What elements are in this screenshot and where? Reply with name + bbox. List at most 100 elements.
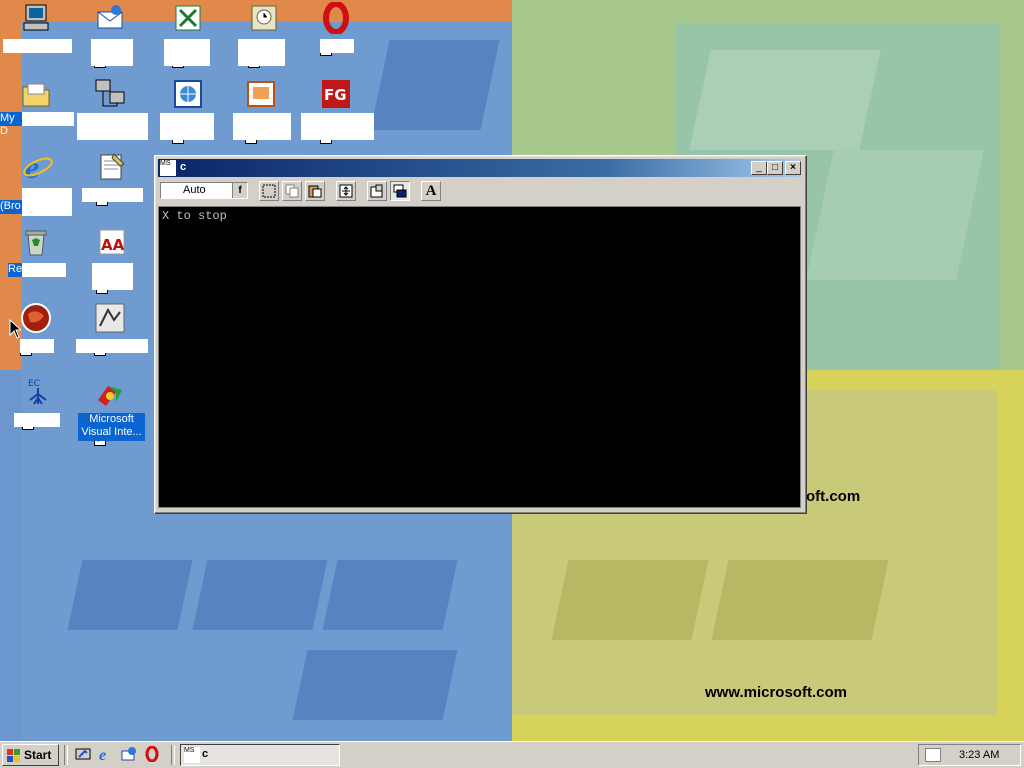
internet-explorer-icon[interactable]: e (97, 746, 115, 764)
paste-icon (308, 185, 322, 198)
background-button[interactable] (390, 181, 410, 201)
powerpoint-icon (247, 81, 275, 107)
desktop-icon-excel[interactable]: ↗ (164, 2, 236, 68)
wallpaper-url-top: oft.com (806, 488, 861, 505)
font-select-dropdown-icon[interactable]: f (232, 183, 247, 198)
copy-button[interactable] (282, 181, 302, 201)
folder-icon (22, 83, 50, 107)
icon-label (238, 39, 285, 66)
desktop-icon-visual-interdev[interactable]: ↗ Microsoft Visual Inte... (78, 380, 150, 446)
close-button[interactable]: × (785, 161, 801, 175)
red-globe-icon (21, 303, 51, 333)
internet-explorer-icon: e (23, 150, 53, 182)
acrobat-icon: AA (99, 229, 125, 255)
icon-label (91, 39, 133, 66)
full-screen-icon (339, 184, 353, 198)
title-bar[interactable]: MS c _ □ × (158, 159, 801, 177)
gray-app-icon (95, 303, 125, 333)
properties-button[interactable] (367, 181, 387, 201)
icon-label (160, 113, 214, 140)
taskbar-button-label: c (202, 748, 209, 760)
font-size-select[interactable]: Auto f (160, 182, 248, 199)
properties-icon (370, 184, 383, 198)
opera-icon[interactable] (143, 745, 161, 764)
taskbar-button-console[interactable]: MS c (180, 744, 340, 766)
desktop-icon-scheduler[interactable]: ↗ (238, 2, 310, 68)
font-size-value: Auto (183, 184, 206, 196)
desktop-icon-powerpoint[interactable]: ↗ (233, 78, 305, 144)
mail-envelope-icon (97, 5, 123, 29)
full-screen-button[interactable] (336, 181, 356, 201)
desktop-icon-outlook-express[interactable]: ↗ (90, 2, 162, 68)
tree-app-icon: EC (28, 379, 47, 405)
presentation-icon (251, 5, 277, 31)
icon-label (77, 113, 148, 140)
console-toolbar: Auto f A (158, 179, 801, 204)
mouse-cursor-icon (9, 319, 21, 339)
mark-icon (262, 184, 276, 198)
copy-icon (285, 184, 299, 198)
maximize-button[interactable]: □ (767, 161, 783, 175)
background-icon (393, 184, 407, 198)
console-output-area[interactable]: X to stop (158, 206, 801, 508)
paste-button[interactable] (305, 181, 325, 201)
icon-label: My D (0, 112, 22, 137)
recycle-bin-icon (25, 230, 47, 256)
toolbar-separator (171, 745, 175, 765)
icon-label (233, 113, 291, 140)
desktop-icon-app-gray[interactable]: ↗ (76, 302, 148, 356)
wallpaper-url-bottom: www.microsoft.com (705, 684, 847, 701)
icon-label: (Bro (0, 200, 22, 214)
desktop-icon-my-documents[interactable]: My D (0, 78, 74, 137)
system-tray: 3:23 AM (918, 744, 1021, 766)
start-label: Start (24, 748, 52, 762)
desktop-icon-opera[interactable]: ↗ (318, 2, 390, 56)
font-button[interactable]: A (421, 181, 441, 201)
console-output-text: X to stop (162, 209, 227, 223)
icon-label (301, 113, 374, 140)
desktop-icon-network[interactable] (76, 78, 148, 142)
svg-text:e: e (99, 747, 106, 762)
icon-label (3, 39, 72, 53)
computer-icon (23, 4, 49, 31)
desktop-icon-my-computer[interactable] (2, 2, 74, 54)
taskbar: Start e MS c 3:23 AM (0, 741, 1024, 768)
clock[interactable]: 3:23 AM (959, 749, 999, 761)
toolbar-separator (64, 745, 68, 765)
icon-label: Re (8, 263, 23, 277)
opera-icon (323, 2, 349, 34)
desktop-icon-recycle-bin[interactable]: Re (0, 226, 72, 278)
desktop-icon-notepad[interactable]: ↗ (82, 150, 154, 206)
icon-label (82, 188, 143, 202)
outlook-icon[interactable] (120, 746, 138, 764)
minimize-button[interactable]: _ (751, 161, 767, 175)
fg-icon: FG (322, 80, 350, 108)
show-desktop-icon[interactable] (74, 746, 92, 764)
tray-app-icon[interactable] (925, 748, 941, 762)
desktop-icon-app-tree[interactable]: EC ↗ (14, 376, 86, 430)
msdos-icon[interactable]: MS (160, 160, 176, 176)
start-button[interactable]: Start (2, 744, 59, 766)
mark-button[interactable] (259, 181, 279, 201)
icon-label (92, 263, 133, 290)
spreadsheet-icon (175, 5, 201, 31)
visual-interdev-icon (98, 386, 122, 406)
icon-label (14, 413, 60, 427)
msdos-icon: MS (184, 747, 200, 763)
windows-logo-icon (7, 749, 20, 762)
icon-label (320, 39, 354, 53)
icon-label (164, 39, 210, 66)
console-window[interactable]: MS c _ □ × Auto f A X to stop (154, 155, 807, 514)
web-folder-icon (174, 80, 202, 108)
icon-label (20, 339, 54, 353)
desktop-icon-internet-explorer[interactable]: e (Bro (0, 150, 72, 216)
icon-label (76, 339, 148, 353)
network-computers-icon (95, 79, 125, 107)
desktop-icon-web-folder[interactable]: ↗ (160, 78, 232, 144)
svg-text:AA: AA (101, 236, 125, 254)
desktop-icon-fg[interactable]: FG ↗ (300, 78, 374, 144)
notepad-icon (100, 153, 125, 180)
window-title: c (180, 161, 187, 173)
svg-text:EC: EC (28, 379, 40, 389)
svg-text:FG: FG (324, 86, 347, 104)
